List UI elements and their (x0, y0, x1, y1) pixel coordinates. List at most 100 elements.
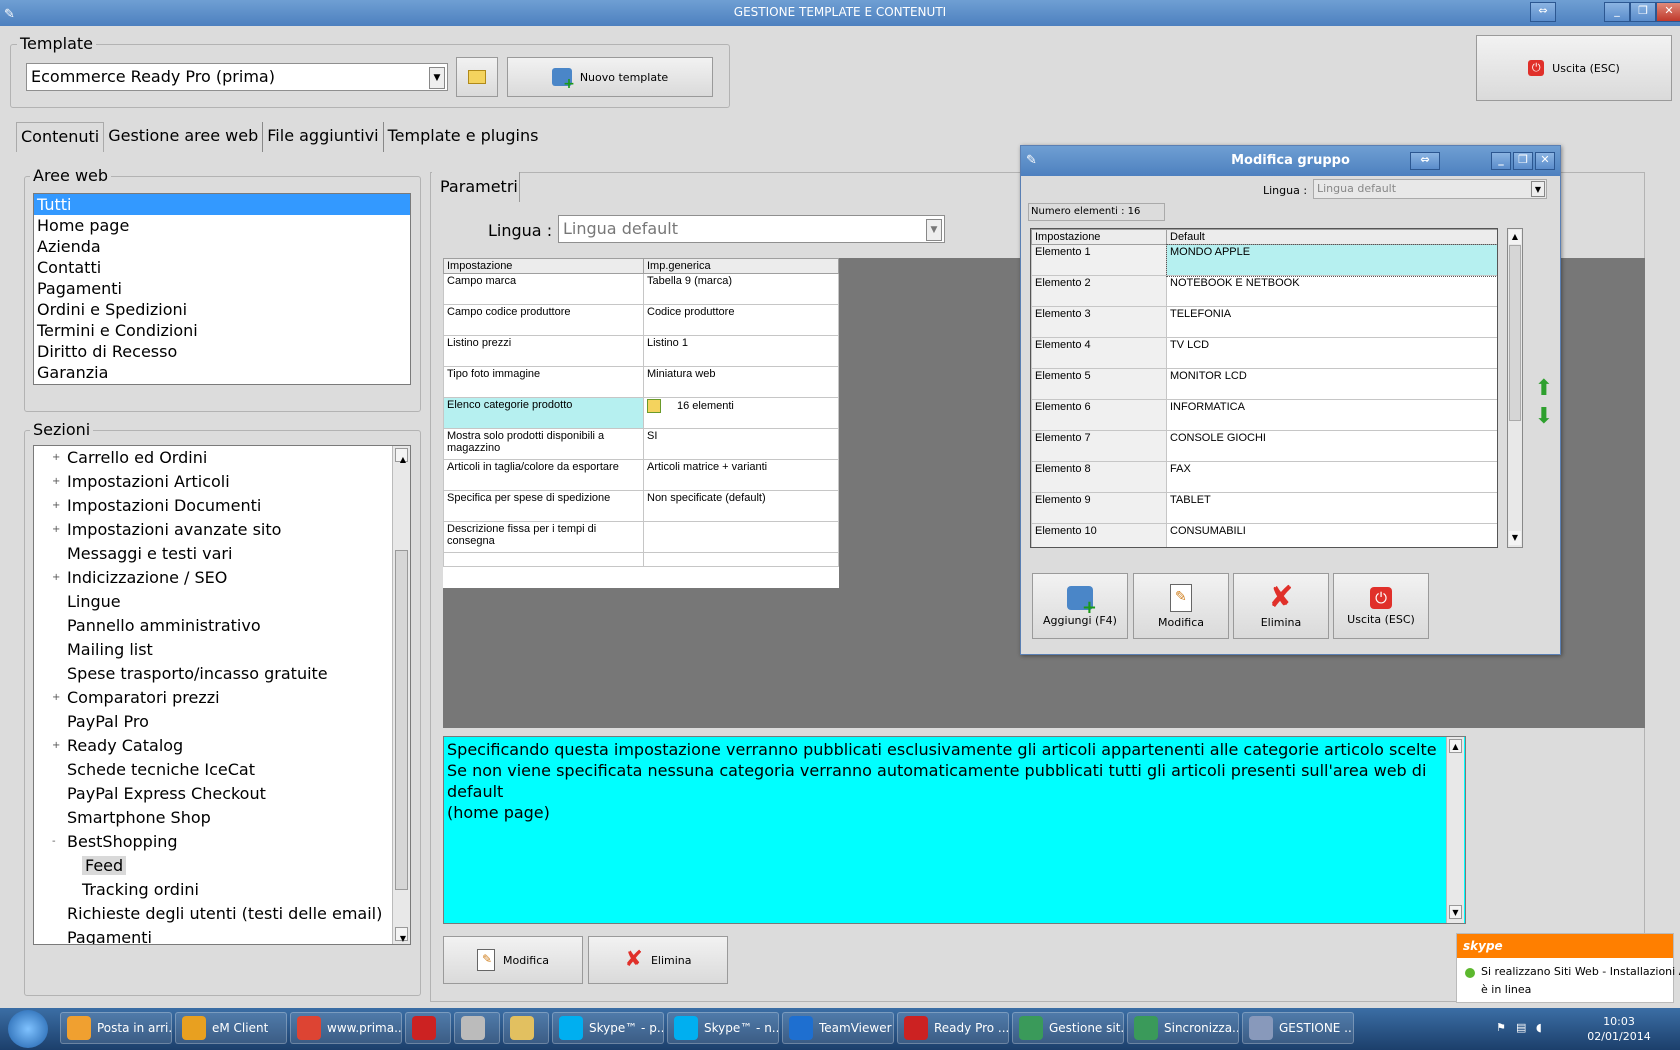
scroll-up-icon[interactable]: ▲ (1449, 739, 1462, 753)
restore-size-icon[interactable]: ⇔ (1530, 2, 1556, 22)
dialog-lingua-select[interactable]: Lingua default ▼ (1313, 179, 1547, 199)
aree-web-item[interactable]: Pagamenti (34, 278, 410, 299)
setting-value[interactable] (643, 521, 839, 553)
dialog-modifica-button[interactable]: ✎ Modifica (1133, 573, 1229, 639)
template-select[interactable]: Ecommerce Ready Pro (prima) ▼ (26, 63, 448, 91)
tree-item[interactable]: Schede tecniche IceCat (34, 758, 392, 782)
setting-value[interactable]: SI (643, 428, 839, 460)
dialog-maximize-button[interactable]: ❐ (1513, 152, 1533, 170)
tree-item[interactable]: Pannello amministrativo (34, 614, 392, 638)
tree-expander-icon[interactable]: + (52, 494, 60, 518)
element-value[interactable]: CONSUMABILI (1166, 523, 1497, 547)
dialog-minimize-button[interactable]: _ (1491, 152, 1511, 170)
scroll-down-icon[interactable]: ▼ (1449, 905, 1462, 919)
setting-value[interactable]: Articoli matrice + varianti (643, 459, 839, 491)
tray-flag-icon[interactable]: ⚑ (1496, 1021, 1506, 1034)
tree-item[interactable]: - BestShopping (34, 830, 392, 854)
description-scrollbar[interactable]: ▲ ▼ (1446, 737, 1464, 923)
dialog-row[interactable]: Elemento 4 TV LCD (1031, 337, 1497, 369)
scroll-up-icon[interactable]: ▲ (1509, 230, 1521, 244)
chevron-down-icon[interactable]: ▼ (1531, 181, 1545, 197)
taskbar-item[interactable]: GESTIONE ... (1242, 1012, 1354, 1044)
tree-item[interactable]: + Impostazioni Documenti (34, 494, 392, 518)
parametri-row[interactable]: Descrizione fissa per i tempi di consegn… (443, 521, 839, 553)
chevron-down-icon[interactable]: ▼ (926, 219, 942, 241)
setting-value[interactable]: Tabella 9 (marca) (643, 273, 839, 305)
taskbar-item[interactable]: TeamViewer (782, 1012, 894, 1044)
dialog-row[interactable]: Elemento 5 MONITOR LCD (1031, 368, 1497, 400)
scroll-down-icon[interactable]: ▼ (395, 927, 408, 943)
tree-item[interactable]: PayPal Express Checkout (34, 782, 392, 806)
aree-web-item[interactable]: Diritto di Recesso (34, 341, 410, 362)
move-up-arrow-icon[interactable]: ⬆ (1533, 378, 1555, 400)
minimize-button[interactable]: _ (1604, 2, 1630, 22)
dialog-row[interactable]: Elemento 3 TELEFONIA (1031, 306, 1497, 338)
scroll-down-icon[interactable]: ▼ (1509, 531, 1521, 545)
clock[interactable]: 10:03 02/01/2014 (1584, 1014, 1654, 1044)
tree-item[interactable]: + Impostazioni Articoli (34, 470, 392, 494)
taskbar-item[interactable] (405, 1012, 451, 1044)
element-value[interactable]: CONSOLE GIOCHI (1166, 430, 1497, 462)
parametri-row[interactable]: Elenco categorie prodotto 16 elementi (443, 397, 839, 429)
tree-item[interactable]: PayPal Pro (34, 710, 392, 734)
tree-expander-icon[interactable]: + (52, 734, 60, 758)
tree-item[interactable]: Lingue (34, 590, 392, 614)
skype-notification[interactable]: skype Si realizzano Siti Web - Installaz… (1456, 933, 1680, 1003)
tree-expander-icon[interactable]: + (52, 686, 60, 710)
dialog-row[interactable]: Elemento 9 TABLET (1031, 492, 1497, 524)
tree-item[interactable]: + Impostazioni avanzate sito (34, 518, 392, 542)
aree-web-item[interactable]: Tutti (34, 194, 410, 215)
new-template-button[interactable]: + Nuovo template (507, 57, 713, 97)
aree-web-item[interactable]: Ordini e Spedizioni (34, 299, 410, 320)
taskbar-item[interactable] (454, 1012, 500, 1044)
tree-item[interactable]: Pagamenti (34, 926, 392, 944)
setting-value[interactable]: Codice produttore (643, 304, 839, 336)
tree-item[interactable]: + Comparatori prezzi (34, 686, 392, 710)
taskbar-item[interactable]: Posta in arri... (60, 1012, 172, 1044)
taskbar-item[interactable]: Skype™ - p... (552, 1012, 664, 1044)
taskbar-item[interactable]: Sincronizza... (1127, 1012, 1239, 1044)
scroll-up-icon[interactable]: ▲ (395, 448, 408, 464)
tab-template-plugins[interactable]: Template e plugins (384, 122, 543, 152)
tree-item[interactable]: + Ready Catalog (34, 734, 392, 758)
element-value[interactable]: NOTEBOOK E NETBOOK (1166, 275, 1497, 307)
element-value[interactable]: TV LCD (1166, 337, 1497, 369)
dialog-row[interactable]: Elemento 2 NOTEBOOK E NETBOOK (1031, 275, 1497, 307)
element-value[interactable]: FAX (1166, 461, 1497, 493)
element-value[interactable]: MONITOR LCD (1166, 368, 1497, 400)
taskbar-item[interactable]: Skype™ - n... (667, 1012, 779, 1044)
tab-gestione-aree-web[interactable]: Gestione aree web (104, 122, 264, 152)
tree-item[interactable]: + Indicizzazione / SEO (34, 566, 392, 590)
tree-item[interactable]: Richieste degli utenti (testi delle emai… (34, 902, 392, 926)
parametri-row[interactable]: Campo marca Tabella 9 (marca) (443, 273, 839, 305)
lingua-select[interactable]: Lingua default ▼ (558, 215, 945, 243)
parametri-row[interactable]: Specifica per spese di spedizione Non spe… (443, 490, 839, 522)
parametri-row[interactable]: Mostra solo prodotti disponibili a magaz… (443, 428, 839, 460)
tree-expander-icon[interactable]: - (52, 830, 56, 854)
dialog-row[interactable]: Elemento 8 FAX (1031, 461, 1497, 493)
aree-web-item[interactable]: Contatti (34, 257, 410, 278)
taskbar-item[interactable]: eM Client (175, 1012, 287, 1044)
dialog-elimina-button[interactable]: ✘ Elimina (1233, 573, 1329, 639)
maximize-button[interactable]: ❐ (1630, 2, 1656, 22)
tree-expander-icon[interactable]: + (52, 518, 60, 542)
element-value[interactable]: INFORMATICA (1166, 399, 1497, 431)
tree-item[interactable]: Smartphone Shop (34, 806, 392, 830)
taskbar-item[interactable] (503, 1012, 549, 1044)
tree-item[interactable]: Messaggi e testi vari (34, 542, 392, 566)
tree-expander-icon[interactable]: + (52, 470, 60, 494)
parametri-row[interactable]: Articoli in taglia/colore da esportare Ar… (443, 459, 839, 491)
element-value[interactable]: TABLET (1166, 492, 1497, 524)
tree-expander-icon[interactable]: + (52, 446, 60, 470)
parametri-row[interactable]: Listino prezzi Listino 1 (443, 335, 839, 367)
sezioni-scrollbar[interactable]: ▲ ▼ (392, 446, 410, 944)
setting-value[interactable]: Miniatura web (643, 366, 839, 398)
tree-item[interactable]: + Carrello ed Ordini (34, 446, 392, 470)
tree-item[interactable]: Feed (34, 854, 392, 878)
taskbar-item[interactable]: www.prima... (290, 1012, 402, 1044)
start-button[interactable] (8, 1010, 48, 1048)
aree-web-item[interactable]: Garanzia (34, 362, 410, 383)
dialog-close-button[interactable]: ✕ (1535, 152, 1555, 170)
parametri-row[interactable]: Tipo foto immagine Miniatura web (443, 366, 839, 398)
modifica-button[interactable]: ✎ Modifica (443, 936, 583, 984)
